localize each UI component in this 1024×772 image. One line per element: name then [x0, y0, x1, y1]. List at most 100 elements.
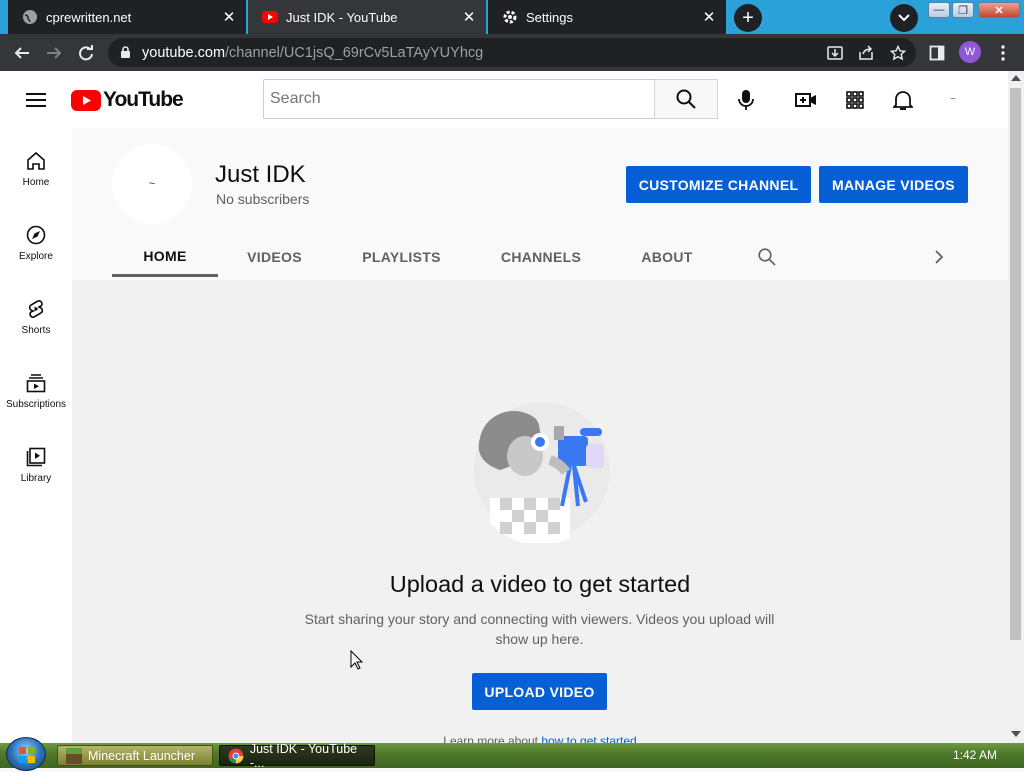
window-close-button[interactable]: ✕ [978, 2, 1020, 18]
apps-grid-icon [846, 90, 864, 109]
maximize-button[interactable]: ❐ [952, 2, 974, 18]
manage-videos-button[interactable]: MANAGE VIDEOS [819, 166, 968, 203]
learn-more-text: Learn more about how to get started [72, 734, 1008, 743]
customize-channel-button[interactable]: CUSTOMIZE CHANNEL [626, 166, 811, 203]
tab-label: Settings [526, 9, 573, 25]
reload-button[interactable] [71, 34, 101, 71]
compass-icon [26, 225, 46, 244]
gear-icon [502, 9, 518, 25]
tab-search-button[interactable] [890, 4, 918, 32]
empty-state-title: Upload a video to get started [389, 571, 691, 597]
guide-label: Subscriptions [5, 398, 67, 410]
guide-menu-button[interactable] [16, 71, 56, 128]
address-bar[interactable]: youtube.com/channel/UC1jsQ_69rCv5LaTAyYU… [108, 38, 916, 67]
library-icon [26, 447, 46, 466]
guide-item-home[interactable]: Home [0, 132, 72, 206]
hamburger-icon [26, 92, 46, 107]
scroll-up-arrow-icon[interactable] [1011, 75, 1021, 81]
tab-home[interactable]: HOME [112, 238, 218, 277]
empty-state-description: Start sharing your story and connecting … [304, 611, 775, 647]
globe-icon [22, 9, 38, 25]
get-started-link[interactable]: how to get started [541, 734, 636, 743]
minecraft-block-icon [66, 747, 82, 764]
guide-item-library[interactable]: Library [0, 428, 72, 502]
guide-item-shorts[interactable]: Shorts [0, 280, 72, 354]
scrollbar-thumb[interactable] [1010, 88, 1021, 640]
search-button[interactable] [654, 79, 718, 119]
search-input[interactable] [263, 79, 655, 119]
windows-logo-icon [19, 747, 35, 763]
shorts-icon [28, 299, 44, 318]
url-path: /channel/UC1jsQ_69rCv5LaTAyYUYhcg [225, 44, 484, 61]
install-app-icon[interactable] [820, 38, 850, 67]
close-icon[interactable]: ✕ [456, 4, 482, 30]
youtube-play-logo-icon [71, 89, 101, 111]
side-panel-button[interactable] [922, 34, 952, 71]
side-panel-icon [929, 45, 945, 60]
tab-settings[interactable]: Settings ✕ [488, 0, 726, 34]
tab-channels[interactable]: CHANNELS [480, 238, 602, 276]
subscriptions-icon [26, 373, 46, 392]
new-tab-button[interactable]: + [734, 4, 762, 32]
search-icon [676, 89, 696, 109]
arrow-right-icon [47, 46, 62, 59]
channel-search-button[interactable] [750, 238, 784, 276]
scroll-down-arrow-icon[interactable] [1011, 731, 1021, 737]
tab-videos[interactable]: VIDEOS [222, 238, 327, 276]
notifications-button[interactable] [883, 71, 923, 128]
lock-icon [108, 46, 142, 59]
channel-content: Upload a video to get started Start shar… [72, 280, 1008, 743]
voice-search-button[interactable] [726, 71, 766, 128]
home-icon [27, 151, 45, 170]
video-add-icon [795, 92, 816, 107]
tab-cprewritten[interactable]: cprewritten.net ✕ [8, 0, 246, 34]
guide-item-subscriptions[interactable]: Subscriptions [0, 354, 72, 428]
mouse-cursor-icon [350, 650, 364, 670]
tab-playlists[interactable]: PLAYLISTS [345, 238, 458, 276]
guide-sidebar: Home Explore Shorts Subscriptions Librar… [0, 128, 72, 743]
apps-button[interactable] [835, 71, 875, 128]
upload-video-button[interactable]: UPLOAD VIDEO [472, 673, 607, 710]
channel-avatar[interactable]: ~ [112, 144, 192, 224]
channel-name: Just IDK [215, 161, 306, 188]
forward-button[interactable] [39, 34, 69, 71]
share-icon[interactable] [851, 38, 881, 67]
account-avatar[interactable]: ~ [933, 71, 973, 128]
close-icon[interactable]: ✕ [216, 4, 242, 30]
url-text: youtube.com/channel/UC1jsQ_69rCv5LaTAyYU… [142, 45, 483, 61]
bell-icon [893, 90, 913, 110]
browser-toolbar: youtube.com/channel/UC1jsQ_69rCv5LaTAyYU… [0, 34, 1024, 71]
tab-youtube[interactable]: Just IDK - YouTube ✕ [248, 0, 486, 34]
close-icon[interactable]: ✕ [696, 4, 722, 30]
subscriber-count: No subscribers [216, 191, 310, 207]
tab-label: cprewritten.net [46, 9, 132, 25]
guide-label: Shorts [21, 324, 51, 336]
taskbar-item-chrome[interactable]: Just IDK - YouTube -... [219, 742, 375, 770]
create-button[interactable] [786, 71, 826, 128]
start-button[interactable] [6, 737, 46, 771]
youtube-logo[interactable]: YouTube [71, 88, 184, 112]
taskbar-item-label: Minecraft Launcher [88, 748, 196, 763]
chevron-down-icon [898, 14, 910, 22]
back-button[interactable] [7, 34, 37, 71]
bookmark-star-icon[interactable] [883, 38, 913, 67]
windows-taskbar: Minecraft Launcher Just IDK - YouTube -.… [0, 737, 1024, 771]
guide-label: Library [20, 472, 52, 484]
minimize-button[interactable]: — [928, 2, 950, 18]
profile-avatar[interactable]: W [959, 41, 981, 63]
empty-state-illustration [470, 398, 630, 543]
guide-item-explore[interactable]: Explore [0, 206, 72, 280]
tab-about[interactable]: ABOUT [627, 238, 707, 276]
menu-button[interactable] [988, 34, 1018, 71]
search-icon [758, 248, 776, 266]
browser-tab-strip: cprewritten.net ✕ Just IDK - YouTube ✕ S… [0, 0, 1024, 34]
taskbar-item-label: Just IDK - YouTube -... [249, 741, 358, 770]
logo-text: YouTube [103, 88, 184, 111]
chrome-icon [228, 748, 244, 763]
more-vertical-icon [1001, 44, 1005, 61]
tabs-scroll-right-button[interactable] [924, 238, 954, 276]
youtube-masthead: YouTube ~ [0, 71, 1008, 128]
system-clock[interactable]: 1:42 AM [940, 748, 1010, 762]
guide-label: Home [22, 176, 50, 188]
taskbar-item-minecraft[interactable]: Minecraft Launcher [57, 745, 213, 766]
